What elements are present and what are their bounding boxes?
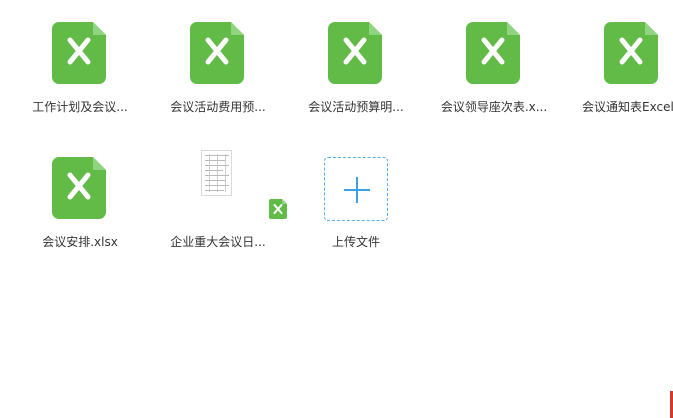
excel-file-icon xyxy=(604,22,658,84)
spreadsheet-thumbnail xyxy=(190,150,287,219)
upload-label: 上传文件 xyxy=(331,235,380,249)
file-name: 企业重大会议日... xyxy=(170,235,266,249)
file-name: 会议通知表Excel xyxy=(582,100,673,114)
excel-file-icon xyxy=(328,22,382,84)
thumbnail-gridline xyxy=(205,170,223,171)
plus-icon xyxy=(356,177,358,203)
file-name: 会议领导座次表.x... xyxy=(440,100,548,114)
thumbnail-gridline xyxy=(205,175,229,176)
thumbnail-preview xyxy=(201,150,232,196)
excel-file-icon xyxy=(52,22,106,84)
file-item[interactable]: 会议活动预算明... xyxy=(296,22,416,132)
thumbnail-gridline xyxy=(205,155,229,156)
file-name: 工作计划及会议... xyxy=(32,100,128,114)
file-item[interactable]: 会议领导座次表.x... xyxy=(434,22,554,132)
thumbnail-gridline xyxy=(205,185,229,186)
excel-file-icon xyxy=(190,22,244,84)
file-item[interactable]: 会议活动费用预... xyxy=(158,22,278,132)
file-item[interactable]: 会议通知表Excel xyxy=(572,22,673,132)
thumbnail-gridline xyxy=(205,160,225,161)
thumbnail-gridline xyxy=(225,154,226,192)
upload-file-button[interactable]: 上传文件 xyxy=(321,157,391,267)
excel-badge-icon xyxy=(269,199,287,219)
file-item[interactable]: 会议安排.xlsx xyxy=(20,157,140,267)
file-item[interactable]: 企业重大会议日... xyxy=(158,150,287,267)
file-name: 会议活动费用预... xyxy=(170,100,266,114)
excel-file-icon xyxy=(466,22,520,84)
file-name: 会议活动预算明... xyxy=(308,100,404,114)
file-name: 会议安排.xlsx xyxy=(42,235,118,249)
upload-dropzone[interactable] xyxy=(324,157,388,221)
thumbnail-gridline xyxy=(205,190,224,191)
thumbnail-gridline xyxy=(205,165,229,166)
excel-file-icon xyxy=(52,157,106,219)
file-item[interactable]: 工作计划及会议... xyxy=(20,22,140,132)
thumbnail-gridline xyxy=(205,180,226,181)
